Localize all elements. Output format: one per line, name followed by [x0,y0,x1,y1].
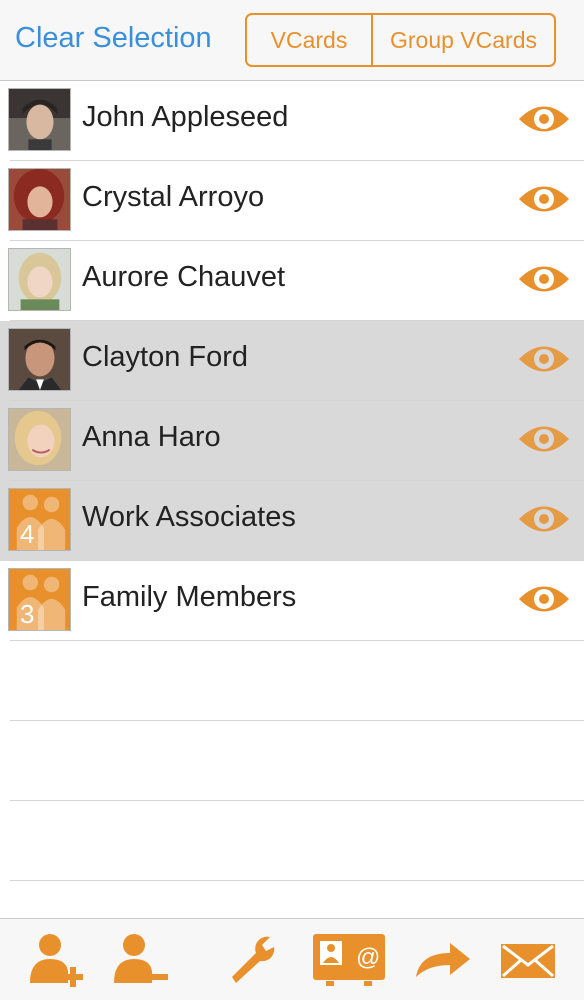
remove-contact-icon[interactable] [112,931,170,987]
avatar [8,88,71,151]
contact-row-crystal-arroyo[interactable]: Crystal Arroyo [0,161,584,241]
contact-photo-icon [9,409,70,470]
contact-name: Crystal Arroyo [82,181,265,213]
tab-group-vcards[interactable]: Group VCards [373,15,554,65]
contact-name: John Appleseed [82,101,289,133]
avatar [8,488,71,551]
forward-arrow-icon[interactable] [414,939,472,979]
bottom-toolbar: @ [0,918,584,1000]
avatar [8,328,71,391]
avatar [8,168,71,231]
eye-icon[interactable] [517,500,571,538]
contact-name: Clayton Ford [82,341,249,373]
contact-photo-icon [9,329,70,390]
contact-photo-icon [9,89,70,150]
eye-icon[interactable] [517,100,571,138]
empty-list-row [0,721,584,801]
avatar [8,248,71,311]
contact-row-john-appleseed[interactable]: John Appleseed [0,81,584,161]
avatar [8,408,71,471]
contact-list: John Appleseed Crystal Arroyo Aurore Cha… [0,81,584,881]
eye-icon[interactable] [517,180,571,218]
add-contact-icon[interactable] [28,931,86,987]
group-people-icon [9,569,70,630]
envelope-icon[interactable] [500,943,556,979]
navigation-bar: Clear Selection VCards Group VCards [0,0,584,81]
eye-icon[interactable] [517,260,571,298]
group-row-family-members[interactable]: 3 Family Members [0,561,584,641]
avatar [8,568,71,631]
group-people-icon [9,489,70,550]
eye-icon[interactable] [517,580,571,618]
contact-row-aurore-chauvet[interactable]: Aurore Chauvet [0,241,584,321]
contact-photo-icon [9,249,70,310]
empty-list-row [0,801,584,881]
group-count-badge: 4 [20,519,35,549]
group-row-work-associates[interactable]: 4 Work Associates [0,481,584,561]
group-count-badge: 3 [20,599,35,629]
contact-row-anna-haro[interactable]: Anna Haro [0,401,584,481]
eye-icon[interactable] [517,420,571,458]
wrench-icon[interactable] [226,931,282,987]
contact-name: Work Associates [82,501,296,533]
contact-card-email-icon[interactable]: @ [312,933,386,987]
svg-text:@: @ [356,944,380,971]
eye-icon[interactable] [517,340,571,378]
contact-row-clayton-ford[interactable]: Clayton Ford [0,321,584,401]
contact-name: Anna Haro [82,421,221,453]
contact-photo-icon [9,169,70,230]
contact-name: Family Members [82,581,297,613]
clear-selection-button[interactable]: Clear Selection [15,22,212,55]
contact-name: Aurore Chauvet [82,261,286,293]
tab-vcards[interactable]: VCards [247,15,373,65]
empty-list-row [0,641,584,721]
vcard-type-segmented-control: VCards Group VCards [245,13,556,67]
